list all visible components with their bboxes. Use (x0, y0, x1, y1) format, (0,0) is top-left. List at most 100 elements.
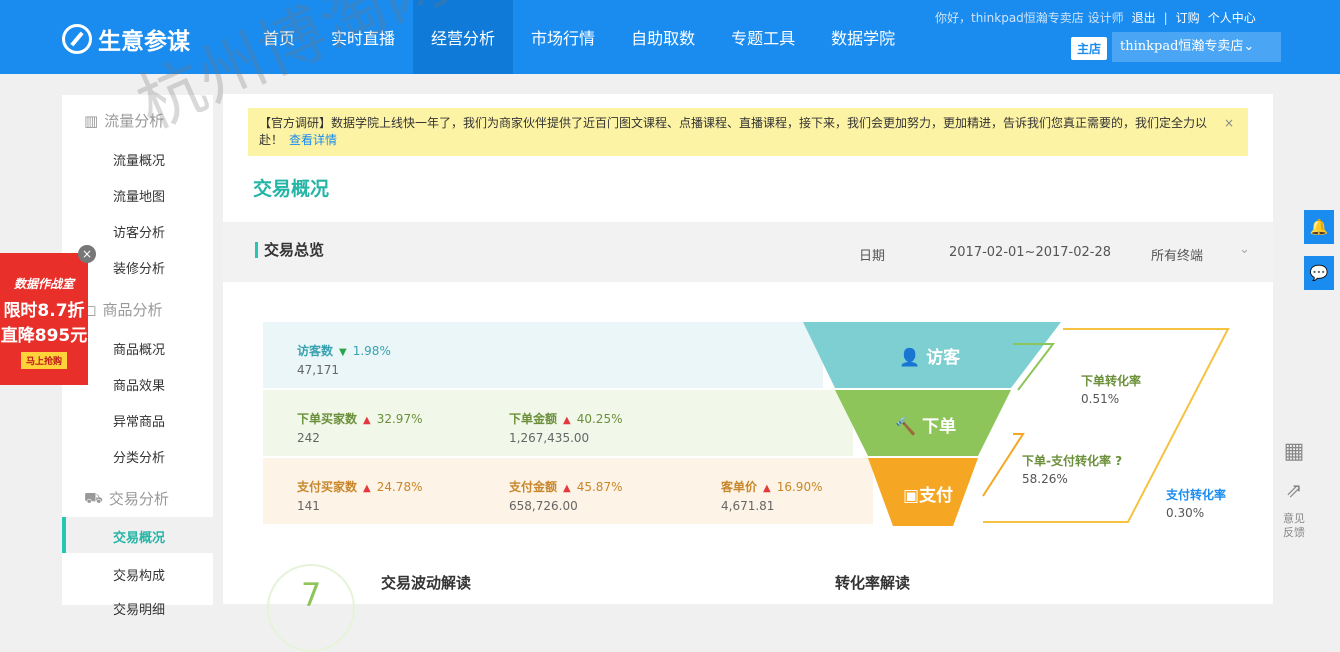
card-icon: ▣ (903, 486, 920, 506)
nav-self-service[interactable]: 自助取数 (613, 0, 713, 74)
main-panel: 【官方调研】数据学院上线快一年了，我们为商家伙伴提供了近百门图文课程、点播课程、… (223, 94, 1273, 652)
arrow-up-icon: ▲ (563, 483, 571, 494)
rate-value: 58.26% (1022, 472, 1068, 486)
store-name: thinkpad恒瀚专卖店 (1120, 39, 1244, 54)
metric-value: 242 (297, 431, 320, 445)
chat-icon[interactable]: 💬 (1304, 256, 1334, 290)
bell-icon[interactable]: 🔔 (1304, 210, 1334, 244)
metric-name: 下单金额 (509, 412, 558, 426)
metric-pay-buyers[interactable]: 支付买家数 ▲ 24.78% 141 (297, 478, 422, 513)
score-ring: 7 (267, 564, 355, 652)
rate-name: 下单-支付转化率 ? (1022, 452, 1122, 469)
qrcode-icon[interactable]: ▦ (1280, 438, 1308, 466)
ad-discount: 限时8.7折 (3, 301, 85, 321)
funnel-order-label: 🔨 下单 (895, 412, 956, 437)
brand-name: 生意参谋 (98, 29, 190, 55)
metric-value: 47,171 (297, 363, 339, 377)
sidebar-item-trade-composition[interactable]: 交易构成 (113, 565, 165, 584)
metric-pct: 45.87% (576, 480, 623, 494)
sidebar-item-abnormal-product[interactable]: 异常商品 (113, 411, 165, 430)
ad-price-cut: 直降895元 (0, 326, 88, 346)
divider: | (1163, 10, 1168, 25)
metric-name: 支付金额 (509, 480, 558, 494)
greeting-text: 你好，thinkpad恒瀚专卖店 设计师 (935, 11, 1124, 25)
nav-market[interactable]: 市场行情 (513, 0, 613, 74)
order-link[interactable]: 订购 (1176, 9, 1200, 26)
sidebar-item-decoration-analysis[interactable]: 装修分析 (113, 258, 165, 277)
trade-fluctuation-title: 交易波动解读 (381, 574, 472, 592)
funnel-label-text: 访客 (926, 348, 961, 368)
funnel-label-text: 下单 (922, 417, 957, 437)
conversion-rate-title: 转化率解读 (835, 574, 911, 592)
rate-name: 下单转化率 (1081, 374, 1142, 388)
arrow-up-icon: ▲ (363, 483, 371, 494)
metric-order-amount[interactable]: 下单金额 ▲ 40.25% 1,267,435.00 (509, 410, 622, 445)
main-store-badge: 主店 (1071, 37, 1108, 60)
share-icon[interactable]: ⇗ (1280, 478, 1308, 502)
ad-buy-button[interactable]: 马上抢购 (20, 352, 67, 369)
metric-pay-amount[interactable]: 支付金额 ▲ 45.87% 658,726.00 (509, 478, 622, 513)
metric-pct: 24.78% (376, 480, 423, 494)
sidebar-item-product-effect[interactable]: 商品效果 (113, 375, 165, 394)
nav-tools[interactable]: 专题工具 (713, 0, 813, 74)
sidebar-group-traffic: ▥ 流量分析 (84, 110, 164, 131)
metric-value: 4,671.81 (721, 499, 775, 513)
sidebar-item-trade-detail[interactable]: 交易明细 (113, 599, 165, 618)
store-select[interactable]: thinkpad恒瀚专卖店⌄ (1112, 32, 1281, 62)
personal-center-link[interactable]: 个人中心 (1208, 9, 1256, 26)
sidebar-group-label: 流量分析 (104, 112, 165, 130)
help-icon[interactable]: ? (1115, 454, 1122, 468)
nav-home[interactable]: 首页 (245, 0, 313, 74)
sidebar-item-trade-overview[interactable]: 交易概况 (62, 517, 213, 553)
metric-name: 下单买家数 (297, 412, 358, 426)
sidebar-item-label: 交易概况 (113, 531, 166, 546)
funnel-label-text: 支付 (919, 486, 954, 506)
metric-visitors[interactable]: 访客数 ▼ 1.98% 47,171 (297, 342, 391, 377)
sidebar-group-trade: ⛟ 交易分析 (84, 488, 169, 509)
order-conversion-rate: 下单转化率 0.51% (1081, 372, 1141, 406)
brand-logo[interactable]: 生意参谋 (62, 22, 190, 56)
order-pay-rate-arrow (982, 433, 1025, 497)
rate-value: 0.51% (1081, 392, 1120, 406)
metric-pct: 32.97% (376, 412, 423, 426)
sidebar-item-traffic-map[interactable]: 流量地图 (113, 186, 165, 205)
compass-icon (62, 24, 92, 54)
metric-value: 141 (297, 499, 320, 513)
arrow-up-icon: ▲ (763, 483, 771, 494)
metric-order-buyers[interactable]: 下单买家数 ▲ 32.97% 242 (297, 410, 422, 445)
rate-value: 0.30% (1166, 506, 1205, 520)
metric-pct: 16.90% (776, 480, 823, 494)
nav-academy[interactable]: 数据学院 (813, 0, 913, 74)
metric-value: 658,726.00 (509, 499, 578, 513)
sidebar-item-product-overview[interactable]: 商品概况 (113, 339, 165, 358)
ad-title: 数据作战室 (13, 277, 74, 291)
sidebar-item-traffic-overview[interactable]: 流量概况 (113, 150, 165, 169)
sidebar-group-product: ◻ 商品分析 (84, 299, 162, 320)
bar-chart-icon: ▥ (84, 111, 99, 130)
top-nav-bar: 生意参谋 首页 实时直播 经营分析 市场行情 自助取数 专题工具 数据学院 你好… (0, 0, 1340, 74)
sidebar-item-category-analysis[interactable]: 分类分析 (113, 447, 165, 466)
arrow-down-icon: ▼ (339, 347, 347, 358)
cart-icon: ⛟ (84, 488, 103, 507)
metric-name: 支付买家数 (297, 480, 358, 494)
sidebar-item-visitor-analysis[interactable]: 访客分析 (113, 222, 165, 241)
metric-value: 1,267,435.00 (509, 431, 590, 445)
main-nav: 首页 实时直播 经营分析 市场行情 自助取数 专题工具 数据学院 (245, 0, 913, 74)
arrow-up-icon: ▲ (563, 415, 571, 426)
chevron-down-icon: ⌄ (1243, 39, 1255, 54)
promo-ad[interactable]: 数据作战室 限时8.7折 直降895元 马上抢购 (0, 253, 88, 385)
metric-name: 访客数 (297, 344, 334, 358)
logout-link[interactable]: 退出 (1132, 9, 1156, 26)
metric-pct: 40.25% (576, 412, 623, 426)
sidebar-group-label: 商品分析 (102, 301, 163, 319)
sidebar-group-label: 交易分析 (108, 490, 169, 508)
metric-unit-price[interactable]: 客单价 ▲ 16.90% 4,671.81 (721, 478, 822, 513)
hammer-icon: 🔨 (895, 417, 917, 437)
rate-name: 支付转化率 (1166, 488, 1227, 502)
feedback-button[interactable]: 意见反馈 (1280, 512, 1308, 540)
metric-pct: 1.98% (352, 344, 391, 358)
score-value: 7 (301, 576, 322, 614)
nav-business-analysis[interactable]: 经营分析 (413, 0, 514, 74)
nav-live[interactable]: 实时直播 (313, 0, 413, 74)
close-icon[interactable]: × (78, 245, 96, 263)
